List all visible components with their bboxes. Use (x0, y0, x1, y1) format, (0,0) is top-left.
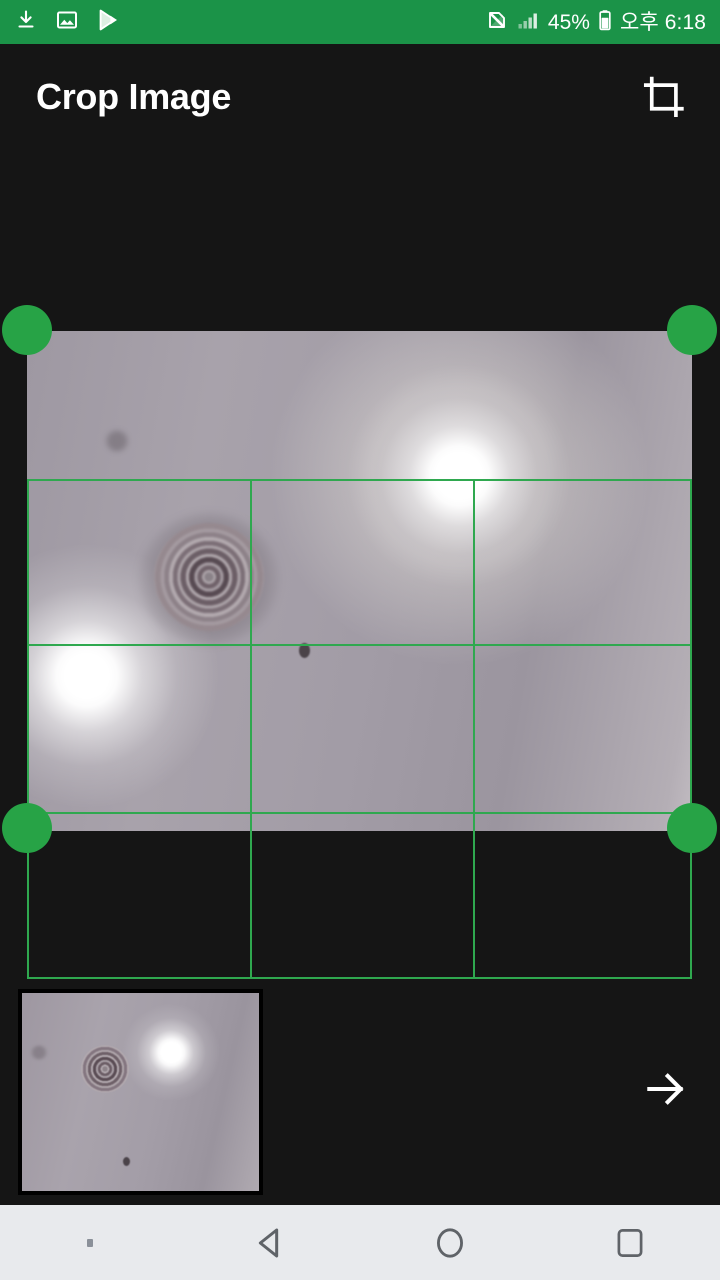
status-bar: 45% 오후 6:18 (0, 0, 720, 44)
page-title: Crop Image (36, 75, 232, 117)
clock-label: 오후 6:18 (619, 10, 706, 34)
ceiling-speck (299, 643, 310, 658)
image-icon (55, 8, 79, 37)
preview-thumbnail[interactable] (18, 989, 263, 1195)
ceiling-smudge (104, 429, 130, 453)
nav-dot-indicator (0, 1234, 180, 1252)
crop-handle-top-right[interactable] (667, 305, 717, 355)
bottom-bar (0, 989, 720, 1205)
crop-icon[interactable] (636, 69, 692, 125)
status-bar-left-icons (14, 8, 120, 37)
status-bar-right-icons: 45% 오후 6:18 (486, 8, 706, 37)
crop-stage[interactable] (0, 149, 720, 989)
nav-recents-button[interactable] (540, 1225, 720, 1261)
thumbnail-smudge (30, 1045, 48, 1060)
ceiling-vent (154, 523, 264, 631)
play-store-icon (96, 8, 120, 37)
nav-back-button[interactable] (180, 1223, 360, 1263)
ceiling-photo (27, 331, 692, 831)
signal-bars-icon (516, 8, 540, 37)
next-button[interactable] (634, 1058, 696, 1120)
download-complete-icon (14, 8, 38, 37)
battery-percent-label: 45% (547, 10, 590, 34)
navigation-bar (0, 1205, 720, 1280)
source-image[interactable] (27, 331, 692, 831)
battery-icon (598, 8, 612, 37)
app-bar: Crop Image (0, 44, 720, 149)
no-sim-icon (486, 8, 508, 37)
thumbnail-vent (81, 1045, 129, 1093)
crop-handle-bottom-right[interactable] (667, 803, 717, 853)
crop-handle-top-left[interactable] (2, 305, 52, 355)
crop-handle-bottom-left[interactable] (2, 803, 52, 853)
thumbnail-speck (123, 1157, 130, 1166)
app-screen: 45% 오후 6:18 Crop Image (0, 0, 720, 1280)
nav-home-button[interactable] (360, 1224, 540, 1262)
preview-thumbnail-image (22, 993, 259, 1191)
